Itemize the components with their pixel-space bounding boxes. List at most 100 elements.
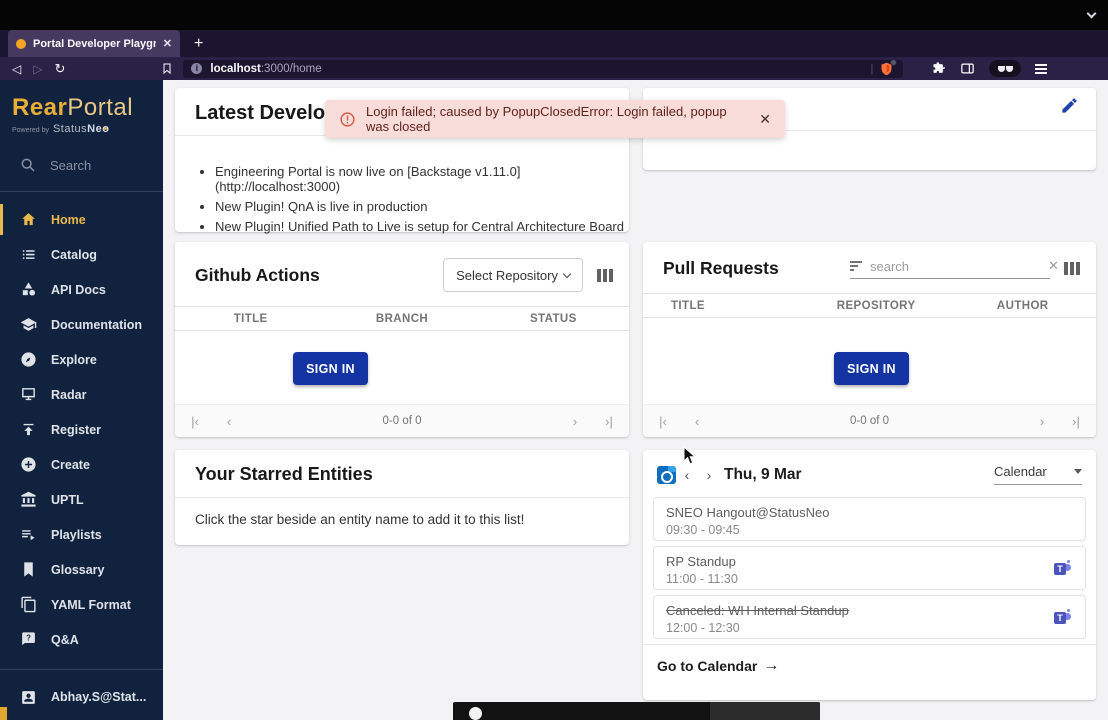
urlbar-divider: | — [870, 62, 874, 75]
news-list: Engineering Portal is now live on [Backs… — [175, 136, 629, 234]
sidebar-item-label: Create — [51, 457, 90, 472]
event-item[interactable]: RP Standup 11:00 - 11:30 T — [653, 546, 1086, 590]
account-glasses-icon[interactable] — [989, 60, 1022, 77]
teams-icon[interactable]: T — [1054, 609, 1071, 626]
column-header: AUTHOR — [996, 299, 1049, 312]
sidebar-item-label: Q&A — [51, 632, 79, 647]
sidebar-item-label: Explore — [51, 352, 97, 367]
sidebar-item-yaml-format[interactable]: YAML Format — [0, 587, 163, 622]
sidebar-item-uptl[interactable]: UPTL — [0, 482, 163, 517]
pr-search-field[interactable]: ✕ — [850, 258, 1059, 279]
sidebar-item-register[interactable]: Register — [0, 412, 163, 447]
prev-page-icon[interactable]: ‹ — [685, 414, 709, 429]
sidebar-item-home[interactable]: Home — [0, 202, 163, 237]
player-icon[interactable] — [469, 707, 482, 720]
home-icon — [22, 213, 35, 226]
next-page-icon[interactable]: › — [1030, 414, 1054, 429]
sidebar-item-create[interactable]: Create — [0, 447, 163, 482]
select-repository-dropdown[interactable]: Select Repository — [443, 258, 583, 292]
playlist-icon — [22, 530, 35, 541]
sidebar-item-playlists[interactable]: Playlists — [0, 517, 163, 552]
toast-close-icon[interactable]: ✕ — [759, 111, 771, 128]
outlook-icon — [657, 465, 676, 484]
chevron-down-icon — [562, 269, 572, 278]
sidebar-toggle-icon[interactable] — [960, 61, 975, 76]
bookmark-icon — [24, 562, 33, 577]
pr-search-input[interactable] — [870, 258, 1046, 274]
new-tab-button[interactable]: + — [194, 35, 203, 53]
browser-tab[interactable]: Portal Developer Playground ✕ — [8, 30, 180, 57]
event-title-canceled: Canceled: WH Internal Standup — [666, 603, 849, 618]
sidebar-item-catalog[interactable]: Catalog — [0, 237, 163, 272]
news-bullet: New Plugin! Unified Path to Live is setu… — [215, 219, 629, 234]
prev-page-icon[interactable]: ‹ — [217, 414, 241, 429]
reload-button[interactable]: ↻ — [54, 61, 65, 77]
starred-entities-card: Your Starred Entities Click the star bes… — [175, 450, 629, 545]
calendar-date: Thu, 9 Mar — [724, 465, 802, 483]
arrow-right-icon: → — [763, 657, 780, 674]
edit-pencil-icon[interactable] — [1060, 96, 1080, 116]
view-columns-icon[interactable] — [597, 268, 613, 282]
pagination-count: 0-0 of 0 — [382, 415, 422, 427]
browser-tab-bar: Portal Developer Playground ✕ + — [0, 30, 1108, 57]
tab-close-icon[interactable]: ✕ — [163, 37, 172, 50]
select-repository-label: Select Repository — [456, 267, 558, 283]
view-columns-icon[interactable] — [1064, 262, 1080, 275]
column-header: TITLE — [233, 312, 268, 325]
forward-button[interactable]: ▷ — [33, 62, 42, 76]
calendar-next-icon[interactable]: › — [698, 467, 720, 483]
calendar-selector-label: Calendar — [994, 464, 1047, 479]
sidebar: RearPortal Powered by StatusNeo Search Ho… — [0, 80, 163, 720]
sidebar-item-radar[interactable]: Radar — [0, 377, 163, 412]
sidebar-user[interactable]: Abhay.S@Stat... — [0, 674, 163, 720]
news-bullet: Engineering Portal is now live on [Backs… — [215, 164, 629, 194]
event-time: 12:00 - 12:30 — [666, 621, 740, 635]
sidebar-search[interactable]: Search — [0, 135, 163, 187]
app-logo[interactable]: RearPortal Powered by StatusNeo — [0, 80, 163, 135]
last-page-icon[interactable]: ›| — [1064, 414, 1088, 429]
sidebar-search-placeholder: Search — [50, 157, 92, 173]
go-to-calendar-link[interactable]: Go to Calendar → — [643, 645, 1096, 687]
github-sign-in-button[interactable]: SIGN IN — [293, 352, 368, 385]
first-page-icon[interactable]: |‹ — [651, 414, 675, 429]
event-item[interactable]: SNEO Hangout@StatusNeo 09:30 - 09:45 — [653, 497, 1086, 541]
extensions-puzzle-icon[interactable] — [931, 61, 946, 76]
last-page-icon[interactable]: ›| — [597, 414, 621, 429]
user-icon — [22, 690, 35, 704]
extension-shield-icon[interactable] — [879, 58, 898, 77]
teams-icon[interactable]: T — [1054, 560, 1071, 577]
help-icon: ? — [22, 632, 35, 646]
tab-title: Portal Developer Playground — [33, 37, 156, 50]
event-time: 11:00 - 11:30 — [666, 572, 738, 586]
first-page-icon[interactable]: |‹ — [183, 414, 207, 429]
github-actions-pagination: |‹ ‹ 0-0 of 0 › ›| — [175, 404, 629, 437]
sidebar-item-explore[interactable]: Explore — [0, 342, 163, 377]
sidebar-nav: Home Catalog API Docs Documentation Expl… — [0, 196, 163, 657]
event-item[interactable]: Canceled: WH Internal Standup 12:00 - 12… — [653, 595, 1086, 639]
sidebar-item-api-docs[interactable]: API Docs — [0, 272, 163, 307]
brand-neo: Neo — [87, 123, 110, 135]
sidebar-item-documentation[interactable]: Documentation — [0, 307, 163, 342]
sidebar-item-glossary[interactable]: Glossary — [0, 552, 163, 587]
menu-hamburger-icon[interactable] — [1035, 63, 1048, 74]
sidebar-item-qa[interactable]: ? Q&A — [0, 622, 163, 657]
address-bar[interactable]: i localhost:3000/home | — [183, 58, 904, 78]
svg-text:?: ? — [26, 634, 31, 643]
tab-favicon-icon — [16, 38, 26, 49]
site-info-icon[interactable]: i — [191, 63, 203, 74]
mouse-cursor — [683, 446, 697, 466]
sidebar-item-label: UPTL — [51, 492, 84, 507]
back-button[interactable]: ◁ — [12, 62, 21, 76]
column-header: REPOSITORY — [836, 299, 916, 312]
clear-search-icon[interactable]: ✕ — [1046, 258, 1061, 274]
brand-status: Status — [52, 123, 88, 135]
bookmark-icon[interactable] — [161, 62, 173, 75]
next-page-icon[interactable]: › — [563, 414, 587, 429]
main-content: Latest Development in the Community Engi… — [163, 80, 1108, 720]
pull-requests-pagination: |‹ ‹ 0-0 of 0 › ›| — [643, 404, 1096, 437]
window-chevron-down-icon[interactable] — [1086, 4, 1098, 19]
calendar-prev-icon[interactable]: ‹ — [676, 467, 698, 483]
calendar-selector-dropdown[interactable]: Calendar — [994, 464, 1082, 485]
pr-sign-in-button[interactable]: SIGN IN — [834, 352, 909, 385]
news-bullet: New Plugin! QnA is live in production — [215, 199, 629, 214]
